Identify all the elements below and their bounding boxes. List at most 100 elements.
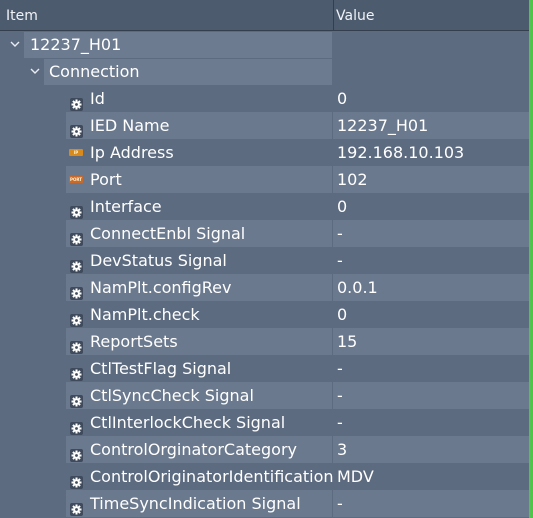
- property-name-cell[interactable]: ConnectEnbl Signal: [66, 220, 332, 247]
- property-value: 0: [337, 89, 348, 108]
- property-name-cell[interactable]: PORT Port: [66, 166, 332, 193]
- property-name-cell[interactable]: ControlOrginatorCategory: [66, 436, 332, 463]
- property-row[interactable]: IED Name 12237_H01: [66, 112, 529, 139]
- gear-icon: [70, 254, 83, 273]
- property-value: 0: [337, 197, 348, 216]
- gear-icon: [70, 308, 83, 327]
- property-name: CtlSyncCheck Signal: [90, 386, 254, 405]
- property-name: IED Name: [90, 116, 170, 135]
- property-value-cell[interactable]: 0: [333, 193, 529, 220]
- property-value-cell[interactable]: 12237_H01: [333, 112, 529, 139]
- property-name: CtlInterlockCheck Signal: [90, 413, 286, 432]
- ip-address-tag-icon: IP ADR: [69, 149, 83, 156]
- property-name-cell[interactable]: NamPlt.configRev: [66, 274, 332, 301]
- property-name-cell[interactable]: CtlTestFlag Signal: [66, 355, 332, 382]
- property-row[interactable]: PORT Port 102: [66, 166, 529, 193]
- property-name: Ip Address: [90, 143, 174, 162]
- property-value-cell[interactable]: 3: [333, 436, 529, 463]
- gear-icon: [70, 497, 83, 516]
- property-name: NamPlt.configRev: [90, 278, 232, 297]
- property-value-cell[interactable]: -: [333, 382, 529, 409]
- property-value: -: [337, 494, 343, 513]
- property-value-cell[interactable]: 192.168.10.103: [333, 139, 529, 166]
- value-column-header[interactable]: Value: [333, 0, 529, 31]
- property-value-cell[interactable]: -: [333, 247, 529, 274]
- property-row[interactable]: CtlInterlockCheck Signal -: [66, 409, 529, 436]
- property-value-cell[interactable]: MDV: [333, 463, 529, 490]
- gear-icon: [70, 389, 83, 408]
- property-value-cell[interactable]: 0: [333, 85, 529, 112]
- property-name: ConnectEnbl Signal: [90, 224, 246, 243]
- window-edge-accent: [529, 0, 533, 518]
- gear-icon: [70, 362, 83, 381]
- tree-node-connection[interactable]: Connection: [0, 58, 332, 85]
- gear-icon: [70, 416, 83, 435]
- property-name-cell[interactable]: Interface: [66, 193, 332, 220]
- property-value-cell[interactable]: 102: [333, 166, 529, 193]
- property-name-cell[interactable]: ControlOriginatorIdentification: [66, 463, 334, 490]
- property-row[interactable]: Interface 0: [66, 193, 529, 220]
- gear-icon: [70, 119, 83, 138]
- property-value: 192.168.10.103: [337, 143, 465, 162]
- property-row[interactable]: DevStatus Signal -: [66, 247, 529, 274]
- property-value-cell[interactable]: 0.0.1: [333, 274, 529, 301]
- property-name: Port: [90, 170, 122, 189]
- property-name-cell[interactable]: Id: [66, 85, 332, 112]
- property-value-cell[interactable]: -: [333, 409, 529, 436]
- property-value-cell[interactable]: 0: [333, 301, 529, 328]
- item-column-header[interactable]: Item: [0, 0, 332, 31]
- property-name: ReportSets: [90, 332, 178, 351]
- property-name: ControlOriginatorIdentification: [90, 467, 334, 486]
- property-value: -: [337, 413, 343, 432]
- property-row[interactable]: ControlOrginatorCategory 3: [66, 436, 529, 463]
- property-row[interactable]: ControlOriginatorIdentification MDV: [66, 463, 529, 490]
- property-name-cell[interactable]: CtlInterlockCheck Signal: [66, 409, 332, 436]
- property-row[interactable]: ConnectEnbl Signal -: [66, 220, 529, 247]
- root-node-label: 12237_H01: [30, 35, 122, 54]
- tree-node-root[interactable]: 12237_H01: [0, 31, 332, 58]
- property-name-cell[interactable]: CtlSyncCheck Signal: [66, 382, 332, 409]
- property-value: -: [337, 251, 343, 270]
- property-name: DevStatus Signal: [90, 251, 227, 270]
- property-value: 15: [337, 332, 358, 351]
- gear-icon: [70, 227, 83, 246]
- property-name-cell[interactable]: TimeSyncIndication Signal: [66, 490, 332, 517]
- property-name-cell[interactable]: NamPlt.check: [66, 301, 332, 328]
- property-value-cell[interactable]: -: [333, 490, 529, 517]
- gear-icon: [70, 92, 83, 111]
- property-name: CtlTestFlag Signal: [90, 359, 232, 378]
- property-value: 102: [337, 170, 368, 189]
- chevron-down-icon[interactable]: [28, 58, 42, 85]
- property-value: MDV: [337, 467, 374, 486]
- property-value: -: [337, 359, 343, 378]
- property-name-cell[interactable]: ReportSets: [66, 328, 332, 355]
- gear-icon: [70, 200, 83, 219]
- property-name: Id: [90, 89, 105, 108]
- property-row[interactable]: CtlSyncCheck Signal -: [66, 382, 529, 409]
- column-header: Item Value: [0, 0, 529, 31]
- property-row[interactable]: IP ADR Ip Address 192.168.10.103: [66, 139, 529, 166]
- gear-icon: [70, 443, 83, 462]
- property-value: -: [337, 386, 343, 405]
- gear-icon: [70, 281, 83, 300]
- property-value-cell[interactable]: -: [333, 355, 529, 382]
- property-row[interactable]: TimeSyncIndication Signal -: [66, 490, 529, 517]
- property-value: 0.0.1: [337, 278, 378, 297]
- gear-icon: [70, 470, 83, 489]
- property-row[interactable]: NamPlt.check 0: [66, 301, 529, 328]
- property-value: -: [337, 224, 343, 243]
- property-value-cell[interactable]: -: [333, 220, 529, 247]
- property-row[interactable]: CtlTestFlag Signal -: [66, 355, 529, 382]
- property-value: 12237_H01: [337, 116, 429, 135]
- chevron-down-icon[interactable]: [8, 31, 22, 58]
- property-row[interactable]: Id 0: [66, 85, 529, 112]
- property-value-cell[interactable]: 15: [333, 328, 529, 355]
- property-value: 0: [337, 305, 348, 324]
- property-name: NamPlt.check: [90, 305, 200, 324]
- property-row[interactable]: ReportSets 15: [66, 328, 529, 355]
- property-name-cell[interactable]: IP ADR Ip Address: [66, 139, 332, 166]
- property-name-cell[interactable]: DevStatus Signal: [66, 247, 332, 274]
- property-name: TimeSyncIndication Signal: [90, 494, 301, 513]
- property-name-cell[interactable]: IED Name: [66, 112, 332, 139]
- property-row[interactable]: NamPlt.configRev 0.0.1: [66, 274, 529, 301]
